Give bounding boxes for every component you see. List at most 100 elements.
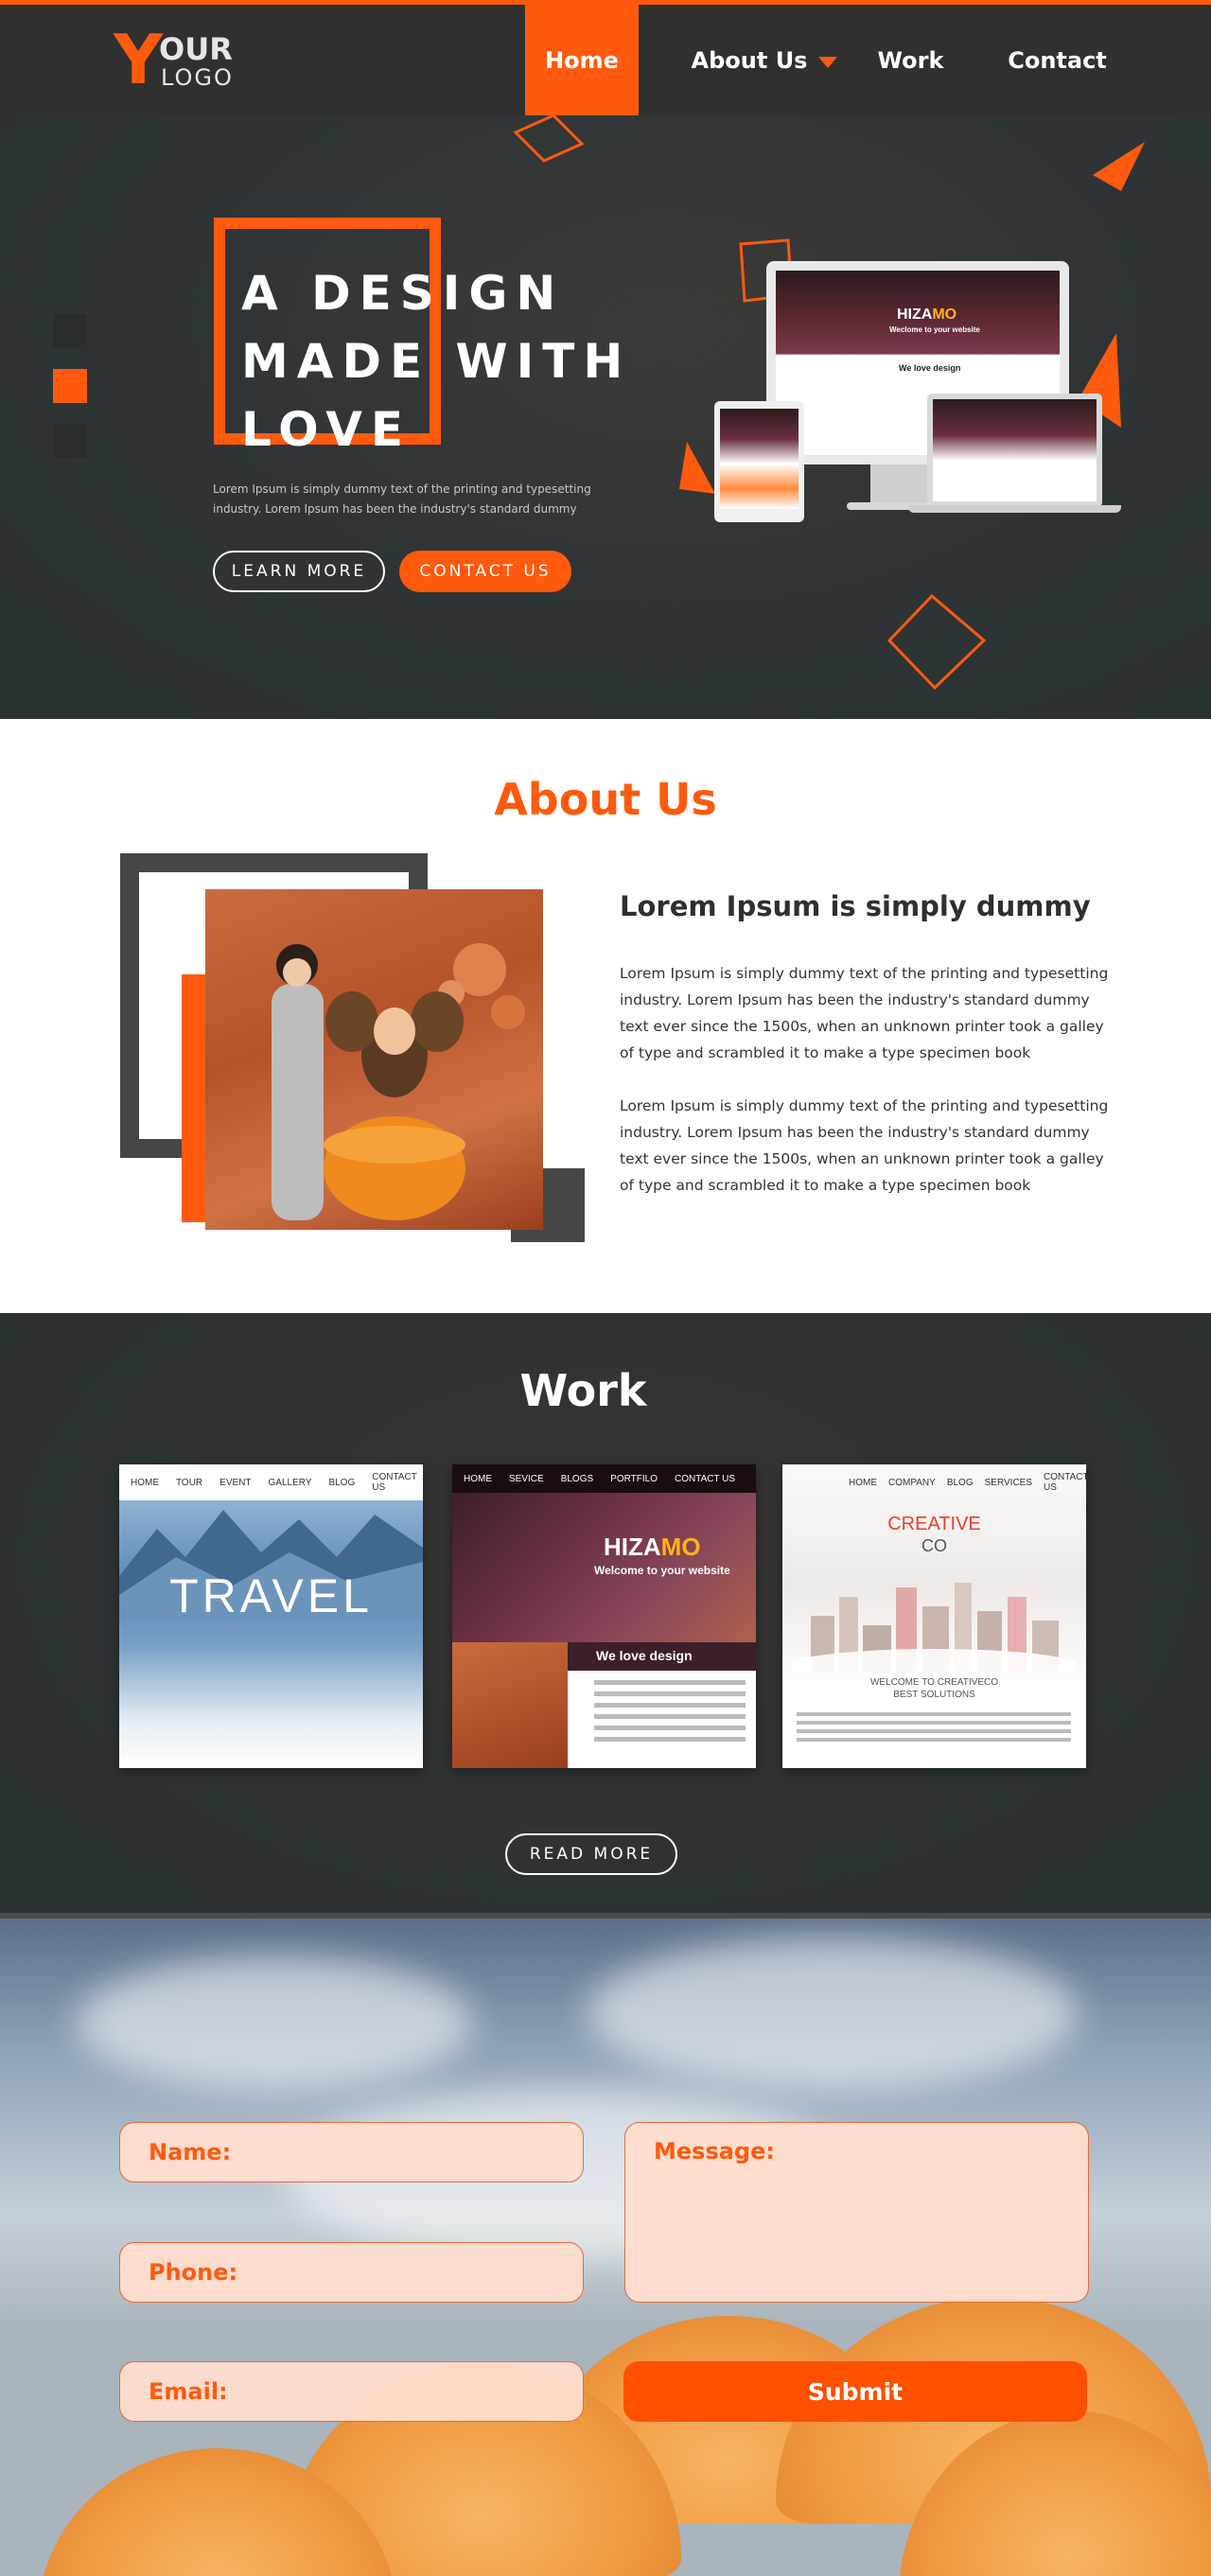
card-nav-item: CONTACT US bbox=[674, 1473, 736, 1484]
hero-title: A DESIGN MADE WITH LOVE bbox=[241, 259, 639, 464]
about-photo-illustration bbox=[272, 943, 525, 1220]
email-field[interactable]: Email: bbox=[119, 2361, 584, 2422]
card-nav-item: EVENT bbox=[219, 1477, 252, 1488]
card-nav-item: CONTACT US bbox=[372, 1472, 417, 1493]
mockup-brand: HIZAMO bbox=[897, 307, 957, 324]
about-heading: Lorem Ipsum is simply dummy bbox=[620, 890, 1091, 922]
card2-text-lines bbox=[594, 1680, 746, 1748]
about-photo bbox=[205, 889, 543, 1230]
slider-dot[interactable] bbox=[53, 424, 87, 458]
contact-us-button[interactable]: CONTACT US bbox=[399, 551, 571, 592]
about-title: About Us bbox=[494, 774, 717, 825]
card-nav-item: HOME bbox=[131, 1477, 159, 1488]
nav-about-label: About Us bbox=[691, 46, 808, 74]
card3-co: CO bbox=[921, 1536, 947, 1555]
laptop-base bbox=[908, 505, 1121, 513]
monitor-stand bbox=[870, 464, 927, 507]
text-line bbox=[797, 1721, 1071, 1725]
card-nav: HOME SEVICE BLOGS PORTFILO CONTACT US bbox=[452, 1464, 756, 1493]
mockup-welcome: Weclome to your website bbox=[889, 325, 980, 334]
text-line bbox=[797, 1738, 1071, 1742]
card-nav-item: SEVICE bbox=[509, 1473, 544, 1484]
card-nav-item: COMPANY bbox=[888, 1477, 936, 1488]
submit-button[interactable]: Submit bbox=[623, 2361, 1087, 2422]
mockup-brand-a: HIZA bbox=[897, 307, 933, 323]
text-line bbox=[797, 1712, 1071, 1716]
text-line bbox=[594, 1703, 746, 1708]
contact-section: Name: Phone: Email: Message: Submit bbox=[0, 1919, 1211, 2576]
nav-home[interactable]: Home bbox=[525, 5, 639, 115]
chevron-down-icon[interactable] bbox=[818, 56, 838, 68]
card2-love: We love design bbox=[568, 1642, 756, 1671]
text-line bbox=[594, 1737, 746, 1742]
card-nav-item: BLOGS bbox=[560, 1473, 594, 1484]
about-paragraph: Lorem Ipsum is simply dummy text of the … bbox=[620, 1097, 1109, 1194]
message-field[interactable]: Message: bbox=[624, 2122, 1089, 2303]
card3-welcome: WELCOME TO CREATIVECO bbox=[869, 1677, 999, 1688]
text-line bbox=[797, 1729, 1071, 1733]
work-card-creativeco[interactable]: HOME COMPANY BLOG SERVICES CONTACT US CR… bbox=[782, 1464, 1086, 1768]
slider-dot-active[interactable] bbox=[53, 369, 87, 403]
nav-home-label: Home bbox=[545, 46, 619, 74]
card-nav-item: BLOG bbox=[328, 1477, 356, 1488]
logo-word-our: OUR bbox=[159, 31, 233, 67]
outline-square-deco bbox=[513, 115, 585, 163]
email-field-label: Email: bbox=[149, 2378, 228, 2405]
phone-field-label: Phone: bbox=[149, 2259, 238, 2286]
text-line bbox=[594, 1714, 746, 1719]
mockup-brand-b: MO bbox=[932, 307, 957, 323]
card2-brand-a: HIZA bbox=[604, 1533, 661, 1561]
hero-title-line: LOVE bbox=[241, 402, 412, 457]
hero-description: Lorem Ipsum is simply dummy text of the … bbox=[213, 482, 591, 516]
card3-text-lines bbox=[797, 1712, 1071, 1746]
work-title: Work bbox=[519, 1365, 647, 1416]
tablet-mockup bbox=[714, 401, 804, 522]
card-nav: HOME COMPANY BLOG SERVICES CONTACT US bbox=[782, 1464, 1086, 1500]
card2-brand-b: MO bbox=[660, 1533, 701, 1561]
text-line bbox=[594, 1726, 746, 1730]
card-nav-item: GALLERY bbox=[268, 1477, 312, 1488]
card3-brand: CREATIVE bbox=[887, 1514, 981, 1534]
work-card-hizamo[interactable]: HOME SEVICE BLOGS PORTFILO CONTACT US HI… bbox=[452, 1464, 756, 1768]
about-section: About Us Lorem Ipsum is simply dummy Lor… bbox=[0, 719, 1211, 1313]
work-section: Work HOME TOUR EVENT GALLERY BLOG CONTAC… bbox=[0, 1313, 1211, 1919]
card-nav-item: HOME bbox=[849, 1477, 877, 1488]
devices-mockup: HIZAMO Weclome to your website We love d… bbox=[714, 261, 1121, 535]
laptop-screen bbox=[933, 399, 1097, 501]
card2-brand: HIZAMO bbox=[604, 1533, 701, 1562]
card-nav-item: PORTFILO bbox=[610, 1473, 658, 1484]
work-card-travel[interactable]: HOME TOUR EVENT GALLERY BLOG CONTACT US … bbox=[119, 1464, 423, 1768]
slider-dot[interactable] bbox=[53, 314, 87, 348]
cloud-deco bbox=[587, 1937, 1079, 2089]
top-navbar: Y OUR LOGO Home About Us Work Contact bbox=[0, 0, 1211, 115]
name-field-label: Name: bbox=[149, 2139, 232, 2165]
card-nav: HOME TOUR EVENT GALLERY BLOG CONTACT US bbox=[119, 1464, 423, 1500]
tablet-screen bbox=[720, 409, 799, 509]
name-field[interactable]: Name: bbox=[119, 2122, 584, 2182]
read-more-button[interactable]: READ MORE bbox=[505, 1833, 677, 1875]
card-nav-item: TOUR bbox=[176, 1477, 203, 1488]
learn-more-button[interactable]: LEARN MORE bbox=[213, 551, 385, 592]
about-paragraph: Lorem Ipsum is simply dummy text of the … bbox=[620, 965, 1109, 1061]
card-nav-item: SERVICES bbox=[984, 1477, 1033, 1488]
card-nav-item: CONTACT US bbox=[1044, 1472, 1086, 1493]
nav-contact-label: Contact bbox=[1008, 46, 1107, 74]
logo-letter: Y bbox=[114, 20, 164, 99]
laptop-mockup bbox=[927, 394, 1102, 507]
nav-contact[interactable]: Contact bbox=[1003, 5, 1112, 115]
hero-title-line: MADE WITH bbox=[241, 334, 632, 389]
city-skyline-illustration bbox=[792, 1583, 1076, 1673]
message-field-label: Message: bbox=[654, 2138, 775, 2164]
nav-work[interactable]: Work bbox=[866, 5, 956, 115]
site-logo[interactable]: Y OUR LOGO bbox=[114, 26, 237, 94]
outline-diamond-deco bbox=[886, 593, 987, 691]
nav-about-us[interactable]: About Us bbox=[689, 5, 840, 115]
card-nav-item: BLOG bbox=[946, 1477, 974, 1488]
phone-field[interactable]: Phone: bbox=[119, 2242, 584, 2303]
card2-welcome: Welcome to your website bbox=[594, 1564, 730, 1577]
logo-word-logo: LOGO bbox=[161, 64, 234, 91]
triangle-deco bbox=[1093, 142, 1145, 191]
hero-title-line: A DESIGN bbox=[241, 266, 565, 321]
nav-work-label: Work bbox=[877, 46, 944, 74]
card-nav-item: HOME bbox=[464, 1473, 492, 1484]
